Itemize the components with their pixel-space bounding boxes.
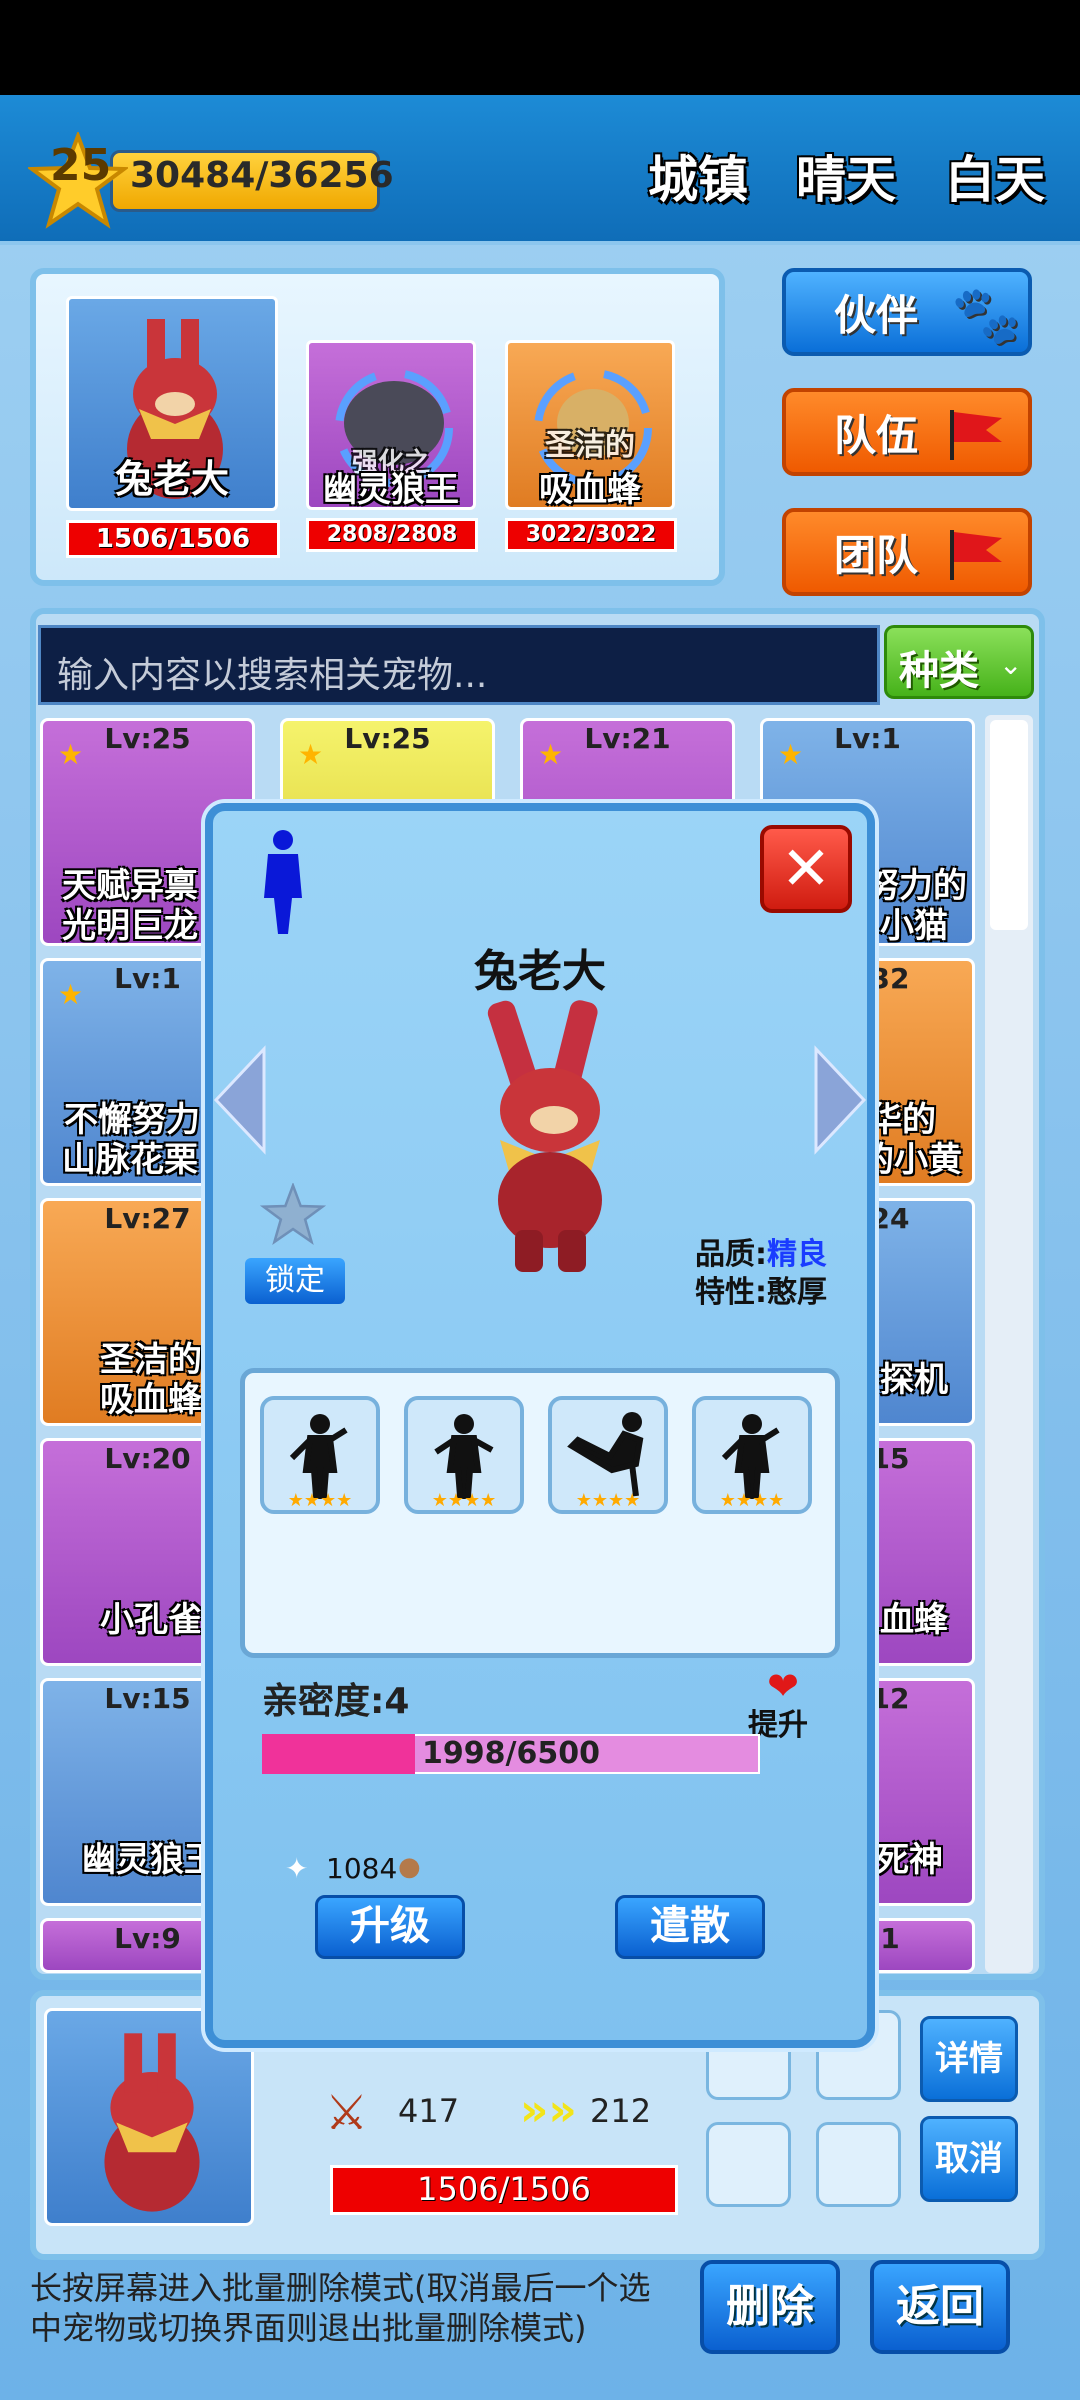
details-button[interactable]: 详情	[920, 2016, 1018, 2102]
partner-button-label: 伙伴	[834, 290, 919, 340]
team-slot-1-name: 兔老大	[114, 457, 229, 501]
trait-value: 憨厚	[767, 1275, 827, 1310]
skill-slot[interactable]: ★★★★	[548, 1396, 668, 1514]
pet-card-name: 小孔雀	[100, 1600, 202, 1640]
paw-icon: 🐾	[951, 283, 1021, 348]
skill-slot[interactable]: ★★★★	[260, 1396, 380, 1514]
search-input[interactable]: 输入内容以搜索相关宠物...	[38, 625, 880, 705]
skill-slot[interactable]: ★★★★	[692, 1396, 812, 1514]
player-level: 25	[50, 140, 112, 191]
svg-text:★★★★: ★★★★	[432, 1490, 497, 1510]
status-bar-area	[0, 0, 1080, 95]
quality-value: 精良	[767, 1237, 827, 1272]
search-placeholder: 输入内容以搜索相关宠物...	[57, 655, 488, 696]
team-slot-3-name: 吸血蜂	[539, 470, 641, 510]
pet-card-name: 幽灵狼王	[82, 1840, 218, 1880]
skill-slot[interactable]	[816, 2122, 901, 2207]
fighter-stance-icon: ★★★★	[720, 1414, 785, 1511]
team-slot-3-hp: 3022/3022	[505, 518, 677, 552]
person-silhouette-icon	[264, 830, 302, 934]
team-slot-3-prefix: 圣洁的	[545, 428, 635, 463]
delete-button[interactable]: 删除	[700, 2260, 840, 2354]
kind-filter-dropdown[interactable]: 种类 ⌄	[884, 625, 1034, 699]
upgrade-button[interactable]: 升级	[315, 1895, 465, 1959]
trait-label: 特性:	[695, 1275, 767, 1310]
team-slot-2-name: 幽灵狼王	[323, 470, 459, 510]
close-icon: ✕	[780, 834, 832, 904]
star-icon: ★	[778, 738, 804, 771]
pet-card-name: 血蜂	[880, 1600, 948, 1640]
time-label: 白天	[945, 151, 1045, 209]
group-button-label: 团队	[834, 530, 919, 580]
flag-icon	[950, 530, 1002, 580]
speed-icon: »»	[520, 2085, 577, 2136]
pet-card-name: 的小黄	[860, 1140, 962, 1180]
exp-text: 30484/36256	[130, 155, 394, 196]
fighter-stance-icon: ★★★★	[432, 1414, 497, 1511]
close-button[interactable]: ✕	[760, 825, 852, 913]
quality-label: 品质:	[695, 1237, 767, 1272]
next-arrow-icon[interactable]	[812, 1045, 868, 1155]
pet-card-name: 光明巨龙	[62, 906, 198, 946]
weather-label: 晴天	[796, 151, 896, 209]
skill-slot[interactable]: ★★★★	[404, 1396, 524, 1514]
team-slot-1-hp: 1506/1506	[66, 520, 280, 558]
intimacy-bar-text: 1998/6500	[422, 1736, 600, 1771]
heart-icon[interactable]: ❤	[755, 1667, 811, 1705]
pet-card-name: 山脉花栗	[62, 1140, 198, 1180]
star-icon: ★	[58, 978, 84, 1011]
cancel-button[interactable]: 取消	[920, 2116, 1018, 2202]
diamond-icon: ✦	[285, 1852, 309, 1885]
squad-button[interactable]: 队伍	[782, 388, 1032, 476]
partner-button[interactable]: 伙伴 🐾	[782, 268, 1032, 356]
pet-card-name: 死神	[875, 1840, 943, 1880]
intimacy-label: 亲密度:4	[262, 1681, 410, 1722]
svg-text:★★★★: ★★★★	[288, 1490, 353, 1510]
rabbit-boss-model	[487, 1000, 602, 1272]
group-button[interactable]: 团队	[782, 508, 1032, 596]
star-icon: ★	[298, 738, 324, 771]
back-button[interactable]: 返回	[870, 2260, 1010, 2354]
squad-button-label: 队伍	[834, 410, 919, 460]
svg-text:★★★★: ★★★★	[576, 1490, 641, 1510]
skill-slot[interactable]	[706, 2122, 791, 2207]
attack-value: 417	[398, 2092, 460, 2130]
list-scrollbar-thumb[interactable]	[990, 720, 1028, 930]
pet-card-name: 探机	[880, 1360, 948, 1400]
fighter-stance-icon: ★★★★	[288, 1414, 353, 1511]
quality-row: 品质:精良 特性:憨厚	[695, 1236, 827, 1312]
batch-delete-hint: 长按屏幕进入批量删除模式(取消最后一个选中宠物或切换界面则退出批量删除模式)	[30, 2269, 651, 2347]
kind-filter-label: 种类	[899, 648, 979, 694]
lock-button[interactable]: 锁定	[245, 1258, 345, 1304]
svg-text:★★★★: ★★★★	[720, 1490, 785, 1510]
star-icon: ★	[58, 738, 84, 771]
location-label: 城镇	[648, 151, 748, 209]
prev-arrow-icon[interactable]	[212, 1045, 268, 1155]
pet-card-name: 小猫	[880, 906, 948, 946]
team-slot-2-hp: 2808/2808	[306, 518, 478, 552]
kick-icon: ★★★★	[567, 1412, 644, 1511]
speed-value: 212	[590, 2092, 652, 2130]
sword-icon: ⚔	[325, 2085, 369, 2141]
bag-icon: ●	[398, 1852, 421, 1882]
star-icon: ★	[538, 738, 564, 771]
pet-card-name: 吸血蜂	[100, 1380, 202, 1420]
chevron-down-icon: ⌄	[999, 648, 1023, 681]
dismiss-button[interactable]: 遣散	[615, 1895, 765, 1959]
flag-icon	[950, 410, 1002, 460]
cost-value: 1084	[326, 1852, 398, 1885]
lock-star-icon	[260, 1183, 326, 1245]
selected-pet-hp: 1506/1506	[330, 2165, 678, 2215]
